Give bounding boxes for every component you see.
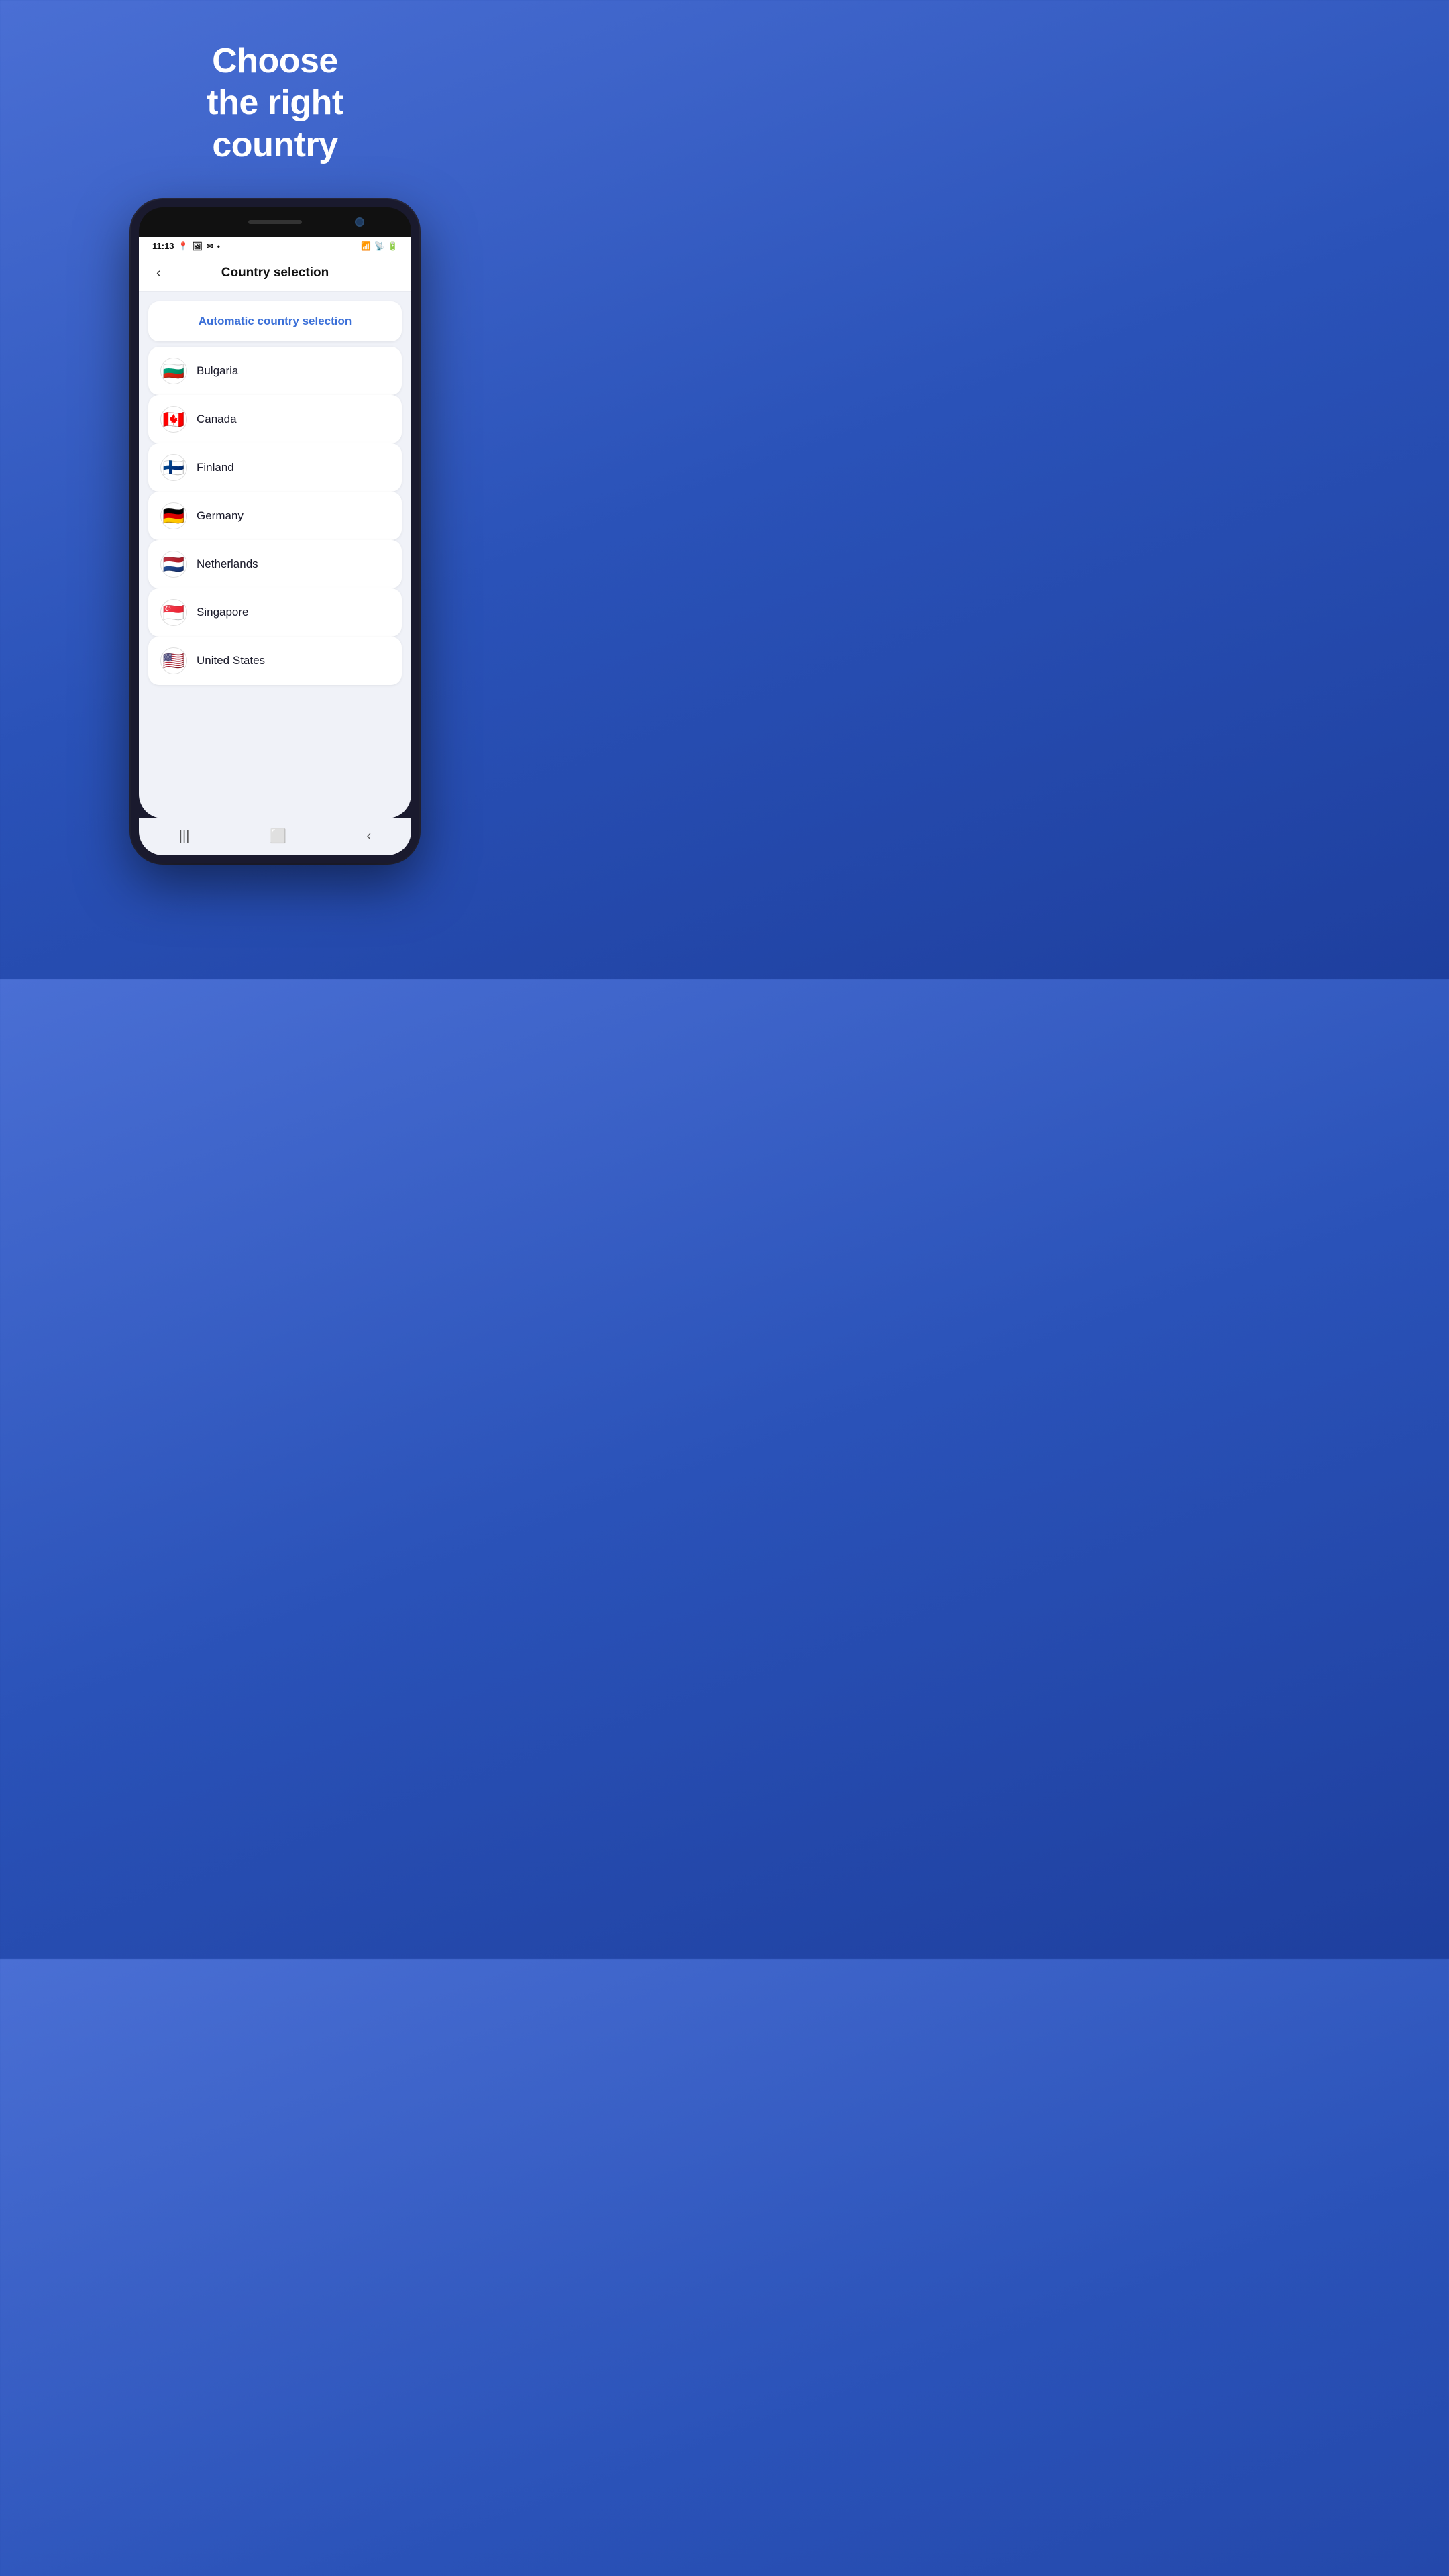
battery-icon: 🔋 — [388, 241, 398, 251]
flag-emoji: 🇳🇱 — [163, 555, 184, 573]
flag-emoji: 🇧🇬 — [163, 362, 184, 380]
country-name: Bulgaria — [197, 364, 238, 378]
country-flag: 🇫🇮 — [160, 454, 187, 481]
country-name: Singapore — [197, 606, 249, 619]
flag-emoji: 🇩🇪 — [163, 507, 184, 525]
phone-shell: 11:13 📍 🖼 ✉ • 📶 📡 🔋 ‹ Country selection … — [131, 199, 419, 863]
country-item[interactable]: 🇫🇮 Finland — [148, 443, 402, 492]
country-flag: 🇸🇬 — [160, 599, 187, 626]
country-flag: 🇺🇸 — [160, 647, 187, 674]
mobile-signal-icon: 📡 — [374, 241, 384, 251]
screen-title: Country selection — [221, 266, 329, 280]
countries-container: 🇧🇬 Bulgaria 🇨🇦 Canada 🇫🇮 Finland 🇩🇪 Germany 🇳🇱 Ne… — [148, 347, 402, 685]
phone-camera — [355, 217, 364, 227]
auto-select-button[interactable]: Automatic country selection — [148, 301, 402, 341]
country-item[interactable]: 🇧🇬 Bulgaria — [148, 347, 402, 395]
country-name: United States — [197, 654, 265, 667]
country-item[interactable]: 🇸🇬 Singapore — [148, 588, 402, 637]
country-flag: 🇩🇪 — [160, 502, 187, 529]
country-name: Canada — [197, 413, 237, 426]
country-item[interactable]: 🇨🇦 Canada — [148, 395, 402, 443]
recents-button[interactable]: ||| — [179, 828, 190, 844]
flag-emoji: 🇸🇬 — [163, 604, 184, 621]
gallery-icon: 🖼 — [193, 241, 203, 251]
country-list: Automatic country selection 🇧🇬 Bulgaria 🇨🇦… — [139, 292, 411, 694]
country-item[interactable]: 🇩🇪 Germany — [148, 492, 402, 540]
country-item[interactable]: 🇺🇸 United States — [148, 637, 402, 685]
country-item[interactable]: 🇳🇱 Netherlands — [148, 540, 402, 588]
dot-icon: • — [217, 241, 220, 251]
status-bar: 11:13 📍 🖼 ✉ • 📶 📡 🔋 — [139, 237, 411, 255]
gmail-icon: ✉ — [207, 241, 213, 251]
back-button[interactable]: ‹ — [151, 263, 166, 284]
flag-emoji: 🇺🇸 — [163, 652, 184, 669]
home-button[interactable]: ⬜ — [270, 828, 286, 845]
country-name: Netherlands — [197, 557, 258, 571]
country-flag: 🇨🇦 — [160, 406, 187, 433]
navigation-bar: ||| ⬜ ‹ — [139, 818, 411, 855]
phone-speaker — [248, 220, 302, 224]
phone-notch — [139, 207, 411, 237]
app-content: ‹ Country selection Automatic country se… — [139, 255, 411, 818]
country-name: Germany — [197, 509, 244, 523]
location-icon: 📍 — [178, 241, 189, 251]
country-name: Finland — [197, 461, 234, 474]
country-flag: 🇧🇬 — [160, 358, 187, 384]
flag-emoji: 🇫🇮 — [163, 459, 184, 476]
country-flag: 🇳🇱 — [160, 551, 187, 578]
status-time: 11:13 — [152, 241, 174, 251]
wifi-icon: 📶 — [361, 241, 371, 251]
app-header: ‹ Country selection — [139, 255, 411, 292]
flag-emoji: 🇨🇦 — [163, 411, 184, 428]
hero-title: Choose the right country — [207, 40, 343, 166]
nav-back-button[interactable]: ‹ — [367, 828, 372, 844]
